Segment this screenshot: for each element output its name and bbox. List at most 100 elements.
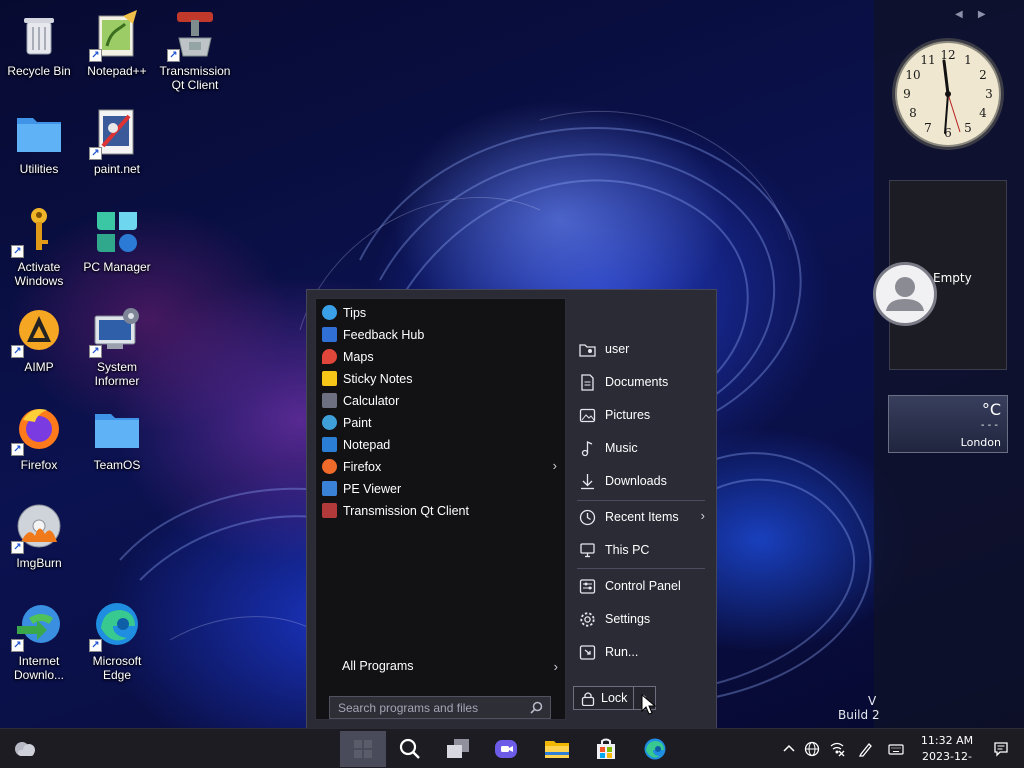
desktop-icon-paint-net[interactable]: ↗ paint.net: [78, 104, 156, 192]
language-globe-icon[interactable]: [804, 741, 820, 757]
documents-icon: [581, 373, 594, 391]
svg-text:9: 9: [903, 87, 911, 101]
folder-icon: [15, 108, 63, 156]
program-item-sticky-notes[interactable]: Sticky Notes: [320, 368, 563, 389]
mouse-cursor-icon: [641, 694, 657, 715]
empty-gadget-label: Empty: [933, 271, 972, 285]
network-icon[interactable]: [829, 741, 845, 757]
search-button[interactable]: [390, 733, 430, 765]
recent-items-icon: [579, 509, 596, 525]
notepad-plus-plus-icon: ↗: [89, 10, 141, 62]
desktop-icon-transmission[interactable]: ↗ Transmission Qt Client: [156, 6, 234, 94]
touch-keyboard-icon[interactable]: [888, 741, 904, 757]
svg-text:11: 11: [920, 53, 935, 67]
search-icon[interactable]: [530, 701, 543, 717]
sidebar-nav-arrows[interactable]: ◀ ▶: [955, 9, 992, 20]
weather-temperature: °C: [981, 400, 1001, 419]
all-programs-button[interactable]: All Programs ›: [342, 659, 562, 674]
svg-text:7: 7: [924, 121, 932, 135]
system-informer-icon: ↗: [89, 306, 141, 358]
shortcut-arrow-icon: ↗: [89, 639, 102, 652]
start-button[interactable]: [340, 731, 386, 767]
desktop-icon-pc-manager[interactable]: PC Manager: [78, 202, 156, 290]
chevron-up-icon[interactable]: [781, 741, 797, 757]
notification-icon[interactable]: [993, 741, 1009, 757]
desktop-icon-notepad-plus-plus[interactable]: ↗ Notepad++: [78, 6, 156, 94]
task-view-icon: [447, 739, 469, 758]
user-avatar[interactable]: [873, 262, 937, 326]
place-item-user[interactable]: user: [577, 336, 709, 362]
desktop-icon-internet-download-manager[interactable]: ↗ Internet Downlo...: [0, 596, 78, 684]
recycle-bin-icon: [15, 10, 63, 58]
program-item-pe-viewer[interactable]: PE Viewer: [320, 478, 563, 499]
program-item-paint[interactable]: Paint: [320, 412, 563, 433]
search-programs-box[interactable]: [329, 696, 551, 719]
place-label: Downloads: [605, 474, 667, 488]
place-item-pictures[interactable]: Pictures: [577, 402, 709, 428]
place-label: Music: [605, 441, 638, 455]
desktop-icon-utilities[interactable]: Utilities: [0, 104, 78, 192]
svg-text:1: 1: [964, 53, 972, 67]
chevron-right-icon: ›: [553, 659, 558, 674]
desktop-icon-label: AIMP: [24, 360, 54, 374]
place-item-run[interactable]: Run...: [577, 639, 709, 665]
place-item-downloads[interactable]: Downloads: [577, 468, 709, 494]
desktop-icon-recycle-bin[interactable]: Recycle Bin: [0, 6, 78, 94]
weather-gadget[interactable]: °C - - - London: [888, 395, 1008, 453]
desktop-icon-imgburn[interactable]: ↗ ImgBurn: [0, 498, 78, 586]
program-item-transmission[interactable]: Transmission Qt Client: [320, 500, 563, 521]
clock-gadget[interactable]: 12 1 2 345 678 9 10 11: [890, 35, 1006, 153]
program-label: PE Viewer: [343, 481, 402, 496]
taskbar: 11:32 AM 2023-12-05: [0, 728, 1024, 768]
divider: [577, 500, 705, 501]
program-item-calculator[interactable]: Calculator: [320, 390, 563, 411]
desktop-icon-label: Firefox: [20, 458, 58, 472]
edge-button[interactable]: [635, 733, 675, 765]
taskbar-clock[interactable]: 11:32 AM 2023-12-05: [916, 733, 978, 768]
this-pc-icon: [580, 542, 595, 557]
place-item-recent-items[interactable]: Recent Items ›: [577, 504, 709, 530]
program-label: Tips: [343, 305, 367, 320]
search-input[interactable]: [338, 700, 524, 715]
program-item-maps[interactable]: Maps: [320, 346, 563, 367]
weather-widget-button[interactable]: [12, 737, 38, 762]
desktop-icon-activate-windows[interactable]: ↗ Activate Windows: [0, 202, 78, 290]
program-label: Transmission Qt Client: [343, 503, 469, 518]
internet-download-manager-icon: ↗: [11, 600, 63, 652]
edge-icon: ↗: [89, 600, 141, 652]
lock-button[interactable]: Lock: [573, 686, 634, 710]
desktop-icon-microsoft-edge[interactable]: ↗ Microsoft Edge: [78, 596, 156, 684]
program-label: Paint: [343, 415, 372, 430]
desktop-icon-aimp[interactable]: ↗ AIMP: [0, 302, 78, 390]
place-item-control-panel[interactable]: Control Panel: [577, 573, 709, 599]
clock-time: 11:32 AM: [920, 734, 974, 747]
place-item-this-pc[interactable]: This PC: [577, 537, 709, 563]
place-label: Run...: [605, 645, 639, 659]
place-item-documents[interactable]: Documents: [577, 369, 709, 395]
desktop-icon-firefox[interactable]: ↗ Firefox: [0, 400, 78, 488]
pen-icon[interactable]: [858, 741, 874, 757]
chat-button[interactable]: [486, 733, 526, 765]
shortcut-arrow-icon: ↗: [11, 245, 24, 258]
desktop-icon-label: paint.net: [93, 162, 141, 176]
task-view-button[interactable]: [438, 733, 478, 765]
place-label: Documents: [605, 375, 669, 389]
file-explorer-button[interactable]: [537, 733, 577, 765]
program-item-feedback-hub[interactable]: Feedback Hub: [320, 324, 563, 345]
all-programs-label: All Programs: [342, 659, 414, 673]
svg-text:3: 3: [985, 87, 993, 101]
edge-icon: [644, 738, 666, 760]
place-item-settings[interactable]: Settings: [577, 606, 709, 632]
desktop-icon-label: PC Manager: [83, 260, 151, 274]
desktop-icon-system-informer[interactable]: ↗ System Informer: [78, 302, 156, 390]
desktop-icon-label: Activate Windows: [14, 260, 64, 288]
pc-manager-icon: [93, 206, 141, 254]
program-item-firefox[interactable]: Firefox ›: [320, 456, 563, 477]
chevron-right-icon: ›: [552, 458, 557, 473]
program-item-tips[interactable]: Tips: [320, 302, 563, 323]
microsoft-store-button[interactable]: [586, 733, 626, 765]
activation-watermark-line2: Build 2: [838, 708, 880, 722]
place-item-music[interactable]: Music: [577, 435, 709, 461]
program-item-notepad[interactable]: Notepad: [320, 434, 563, 455]
desktop-icon-teamos[interactable]: TeamOS: [78, 400, 156, 488]
